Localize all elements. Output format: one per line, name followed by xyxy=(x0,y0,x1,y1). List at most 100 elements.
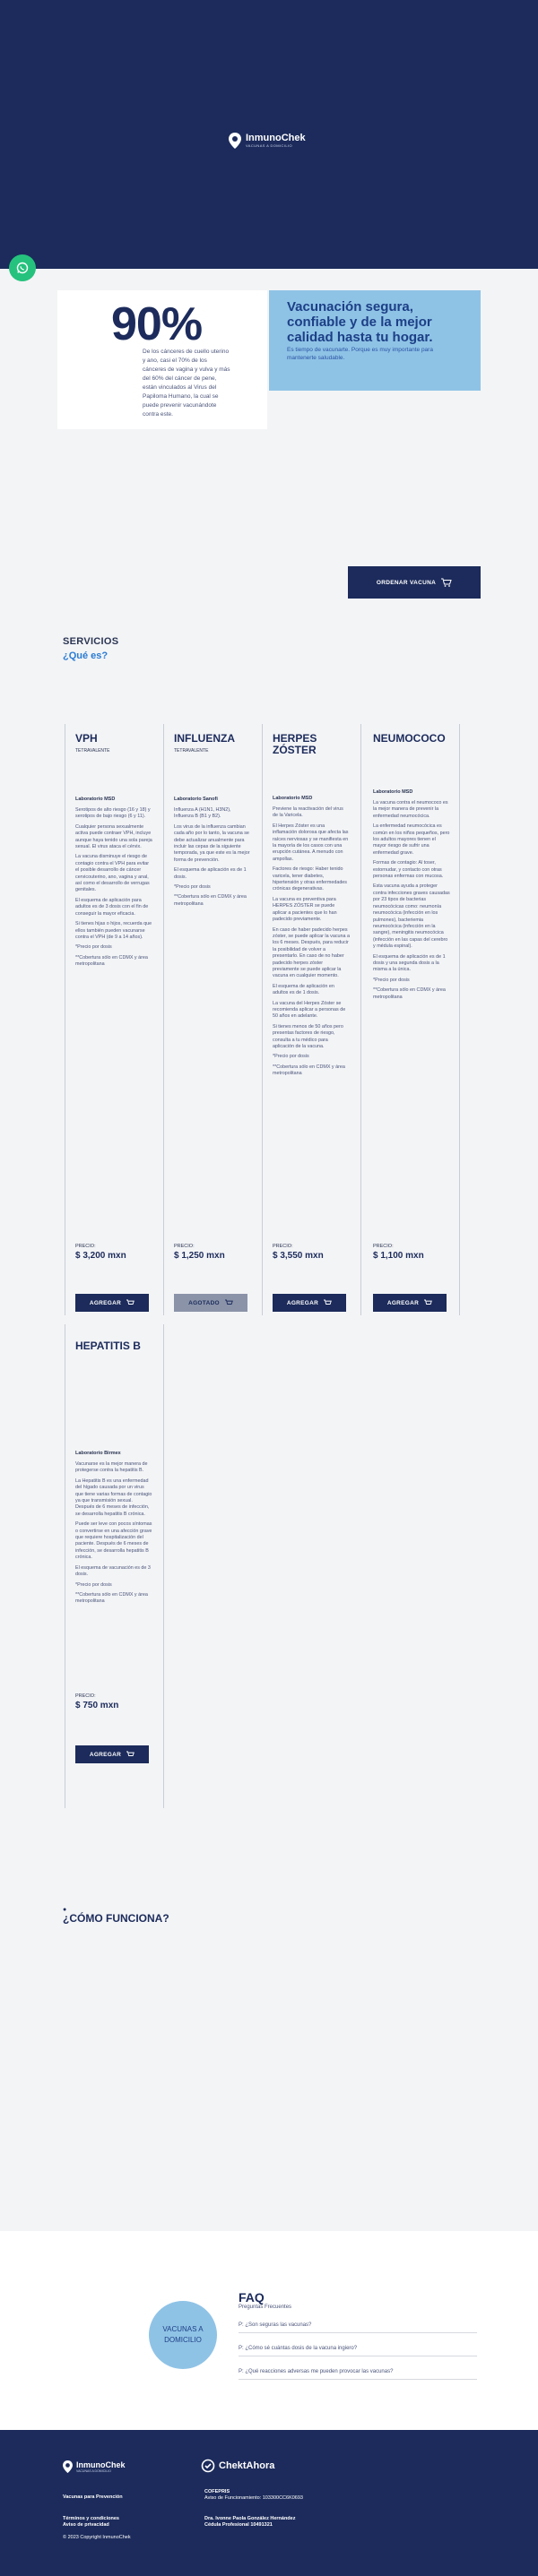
column-divider xyxy=(163,724,164,1315)
footer-link-vacunas[interactable]: Vacunas para Prevención xyxy=(63,2494,123,2502)
description-paragraph: La vacuna contra el neumococo es la mejo… xyxy=(373,800,448,819)
description-paragraph: Si tienes menos de 50 años pero presenta… xyxy=(273,1023,343,1049)
hero-logo[interactable]: InmunoChek VACUNAS A DOMICILIO xyxy=(229,133,306,149)
service-name: INFLUENZA xyxy=(174,732,235,745)
cart-icon xyxy=(324,1299,333,1305)
service-name: VPH xyxy=(75,732,98,745)
service-type: TETRAVALENTE xyxy=(174,748,209,754)
stat-value: 90% xyxy=(111,298,203,350)
service-description: La vacuna contra el neumococo es la mejo… xyxy=(373,800,450,1001)
price-label: PRECIO: xyxy=(373,1244,394,1249)
description-paragraph: La vacuna es preventiva para HERPES ZÓST… xyxy=(273,896,337,923)
faq-question[interactable]: P: ¿Qué reacciones adversas me pueden pr… xyxy=(239,2369,477,2380)
service-lab: Laboratorio MSD xyxy=(373,789,413,795)
how-it-works-title: ¿CÓMO FUNCIONA? xyxy=(63,1912,169,1925)
description-paragraph: **Cobertura sólo en CDMX y área metropol… xyxy=(373,987,446,1000)
footer xyxy=(0,2430,538,2576)
partner-logo[interactable]: ChektAhora xyxy=(201,2459,274,2473)
description-paragraph: *Precio por dosis xyxy=(174,884,211,891)
partner-name: ChektAhora xyxy=(219,2460,275,2471)
button-label: AGREGAR xyxy=(89,1299,122,1306)
footer-link-privacy[interactable]: Aviso de privacidad xyxy=(63,2522,109,2529)
column-divider xyxy=(262,724,263,1315)
service-description: Influenza A (H1N1, H3N2), Influenza B (B… xyxy=(174,807,251,908)
logo-pin-icon xyxy=(229,133,241,149)
footer-copyright: © 2023 Copyright InmunoChek xyxy=(63,2535,131,2540)
description-paragraph: La vacuna del Herpes Zóster se recomiend… xyxy=(273,1000,346,1020)
add-to-cart-button[interactable]: AGREGAR xyxy=(273,1294,346,1312)
stat-card: 90% De los cánceres de cuello uterino y … xyxy=(57,290,267,429)
description-paragraph: *Precio por dosis xyxy=(75,1581,112,1588)
cart-icon xyxy=(126,1751,135,1756)
service-description: Previene la reactivación del virus de la… xyxy=(273,806,350,1078)
service-card-influenza: INFLUENZA TETRAVALENTE Laboratorio Sanof… xyxy=(174,733,251,911)
service-description: Serotipos de alto riesgo (16 y 18) y ser… xyxy=(75,807,152,969)
column-divider xyxy=(163,1324,164,1808)
service-price: $ 1,100 mxn xyxy=(373,1251,424,1261)
footer-cedula: Cédula Profesional 10491321 xyxy=(204,2522,273,2528)
description-paragraph: **Cobertura sólo en CDMX y área metropol… xyxy=(75,1591,148,1605)
description-paragraph: El esquema de aplicación es de 1 dosis y… xyxy=(373,953,446,973)
cart-icon xyxy=(126,1299,135,1305)
footer-license: Aviso de Funcionamiento: 103300CC6K0693 xyxy=(204,2495,303,2501)
button-label: AGREGAR xyxy=(386,1299,420,1306)
description-paragraph: La vacuna disminuye el riesgo de contagi… xyxy=(75,854,150,893)
whatsapp-button[interactable] xyxy=(9,254,36,281)
description-paragraph: **Cobertura sólo en CDMX y área metropol… xyxy=(75,954,148,968)
sold-out-button[interactable]: AGOTADO xyxy=(174,1294,247,1312)
stat-text: De los cánceres de cuello uterino y ano,… xyxy=(143,349,230,418)
description-paragraph: El esquema de aplicación para adultos es… xyxy=(75,897,149,917)
promo-card: Vacunación segura, confiable y de la mej… xyxy=(269,290,481,391)
order-button-label: ORDENAR VACUNA xyxy=(376,579,437,586)
brand-tagline: VACUNAS A DOMICILIO xyxy=(246,143,292,148)
footer-logo[interactable]: InmunoChek VACUNAS A DOMICILIO xyxy=(63,2460,126,2473)
description-paragraph: Los virus de la influenza cambian cada a… xyxy=(174,823,250,863)
service-lab: Laboratorio MSD xyxy=(75,797,116,802)
service-card-herpes-zoster: HERPES ZÓSTER Laboratorio MSD Previene l… xyxy=(273,733,350,1081)
description-paragraph: El esquema de vacunación es de 3 dosis. xyxy=(75,1564,151,1578)
footer-brand: InmunoChek xyxy=(76,2460,126,2469)
service-name: HERPES ZÓSTER xyxy=(273,732,317,756)
faq-circle-badge: VACUNAS A DOMICILIO xyxy=(149,2301,217,2369)
service-lab: Laboratorio Birmex xyxy=(75,1451,121,1456)
faq-subtitle: Preguntas Frecuentes xyxy=(239,2305,292,2310)
faq-title: FAQ xyxy=(239,2290,265,2305)
add-to-cart-button[interactable]: AGREGAR xyxy=(373,1294,447,1312)
service-card-hepatitis-b: HEPATITIS B Laboratorio Birmex Vacunarse… xyxy=(75,1340,152,1609)
description-paragraph: El esquema de aplicación en adultos es d… xyxy=(273,983,334,996)
service-card-vph: VPH TETRAVALENTE Laboratorio MSD Serotip… xyxy=(75,733,152,972)
faq-circle-text: VACUNAS A DOMICILIO xyxy=(162,2325,204,2344)
cart-icon xyxy=(424,1299,433,1305)
price-label: PRECIO: xyxy=(75,1693,96,1699)
order-vaccine-button[interactable]: ORDENAR VACUNA xyxy=(348,566,481,599)
add-to-cart-button[interactable]: AGREGAR xyxy=(75,1745,149,1763)
description-paragraph: *Precio por dosis xyxy=(273,1054,309,1060)
promo-subtitle: Es tiempo de vacunarte. Porque es muy im… xyxy=(287,347,433,361)
description-paragraph: *Precio por dosis xyxy=(75,944,112,951)
whatsapp-icon xyxy=(16,262,29,274)
services-subtitle: ¿Qué es? xyxy=(63,650,108,661)
promo-title: Vacunación segura, confiable y de la mej… xyxy=(287,299,433,345)
faq-question[interactable]: P: ¿Cómo sé cuántas dosis de la vacuna i… xyxy=(239,2346,477,2356)
description-paragraph: **Cobertura sólo en CDMX y área metropol… xyxy=(174,894,247,907)
chekt-logo-icon xyxy=(201,2459,215,2473)
brand-name: InmunoChek xyxy=(246,133,306,143)
button-label: AGREGAR xyxy=(286,1299,319,1306)
logo-pin-icon xyxy=(63,2460,73,2473)
service-price: $ 3,550 mxn xyxy=(273,1251,324,1261)
price-label: PRECIO: xyxy=(174,1244,195,1249)
price-label: PRECIO: xyxy=(75,1244,96,1249)
button-label: AGOTADO xyxy=(188,1299,220,1306)
button-label: AGREGAR xyxy=(89,1751,122,1758)
description-paragraph: Previene la reactivación del virus de la… xyxy=(273,806,343,819)
description-paragraph: En caso de haber padecido herpes zóster,… xyxy=(273,926,351,979)
service-name: HEPATITIS B xyxy=(75,1340,141,1352)
description-paragraph: Serotipos de alto riesgo (16 y 18) y ser… xyxy=(75,807,151,820)
cart-icon xyxy=(441,578,452,587)
service-card-neumococo: NEUMOCOCO Laboratorio MSD La vacuna cont… xyxy=(373,733,450,1004)
service-lab: Laboratorio Sanofi xyxy=(174,797,218,802)
description-paragraph: Cualquier persona sexualmente activa pue… xyxy=(75,823,152,850)
description-paragraph: La Hepatitis B es una enfermedad del híg… xyxy=(75,1478,152,1517)
faq-question[interactable]: P: ¿Son seguras las vacunas? xyxy=(239,2322,477,2333)
add-to-cart-button[interactable]: AGREGAR xyxy=(75,1294,149,1312)
